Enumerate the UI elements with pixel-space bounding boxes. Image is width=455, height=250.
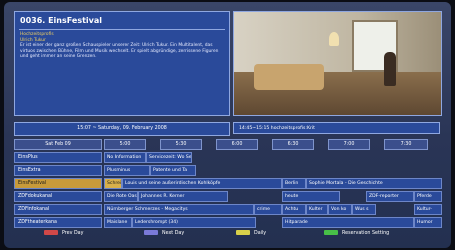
- daily-button[interactable]: Daily: [236, 228, 266, 239]
- grid-date: Sat Feb 09: [14, 139, 102, 150]
- program-cell[interactable]: Achtu: [282, 204, 306, 215]
- channel-row-selected[interactable]: EinsFestival Schreit Louis und seine auß…: [14, 178, 442, 190]
- program-cell[interactable]: Louis und seine außerirdischen Kohlköpfe: [122, 178, 282, 189]
- channel-row[interactable]: EinsPlus No Information Servicezeit: Wo …: [14, 152, 442, 164]
- program-body-text: Er ist einer der ganz großen Schauspiele…: [20, 43, 219, 60]
- epg-grid: Sat Feb 09 5:00 5:30 6:00 6:30 7:00 7:30…: [14, 139, 442, 229]
- preview-person: [384, 52, 396, 86]
- program-cell[interactable]: Kulter: [306, 204, 328, 215]
- prev-day-label: Prev Day: [62, 231, 84, 236]
- current-datetime: 15:07 ~ Saturday, 09. February 2008: [14, 122, 230, 136]
- program-cell[interactable]: No Information: [104, 152, 146, 163]
- info-divider: [19, 29, 225, 30]
- time-header-row: Sat Feb 09 5:00 5:30 6:00 6:30 7:00 7:30: [14, 139, 442, 151]
- reservation-setting-label: Reservation Setting: [342, 231, 390, 236]
- prev-day-button[interactable]: Prev Day: [44, 228, 83, 239]
- program-cell[interactable]: Sophie Mortala - Die Geschichte: [306, 178, 442, 189]
- program-cell[interactable]: Plusminus: [104, 165, 150, 176]
- channel-title: 0036. EinsFestival: [20, 16, 103, 25]
- program-cell[interactable]: Die Rote Oase: [104, 191, 138, 202]
- program-description: Hochzeitsprofis Ulrich Tukur Er ist eine…: [20, 32, 224, 60]
- program-cell[interactable]: Berlin: [282, 178, 306, 189]
- green-key-icon: [324, 230, 338, 235]
- channel-name[interactable]: ZDFinfokanal: [14, 204, 102, 215]
- program-cell[interactable]: Patente und Ta: [150, 165, 196, 176]
- program-cell[interactable]: Hitparade: [282, 217, 414, 228]
- program-info-panel: 0036. EinsFestival Hochzeitsprofis Ulric…: [14, 11, 230, 116]
- blue-key-icon: [144, 230, 158, 235]
- program-cell[interactable]: Servicezeit: Wo Servic: [146, 152, 192, 163]
- color-key-legend: Prev Day Next Day Daily Reservation Sett…: [14, 228, 442, 239]
- time-slot: 7:00: [328, 139, 370, 150]
- channel-name[interactable]: ZDFtheaterkana: [14, 217, 102, 228]
- time-slot: 5:30: [160, 139, 202, 150]
- program-cell[interactable]: Humor: [414, 217, 442, 228]
- preview-sofa: [254, 64, 324, 90]
- preview-caption: 14:45~15:15 hochzeitsprofis:Krit: [233, 122, 440, 134]
- channel-name[interactable]: EinsPlus: [14, 152, 102, 163]
- channel-name[interactable]: EinsExtra: [14, 165, 102, 176]
- daily-label: Daily: [254, 231, 267, 236]
- time-slot: 5:00: [104, 139, 146, 150]
- red-key-icon: [44, 230, 58, 235]
- program-cell[interactable]: Nürnberger Schmerzes - Megacitys: [104, 204, 254, 215]
- program-cell[interactable]: crime: [254, 204, 282, 215]
- channel-row[interactable]: EinsExtra Plusminus Patente und Ta: [14, 165, 442, 177]
- epg-screen: 0036. EinsFestival Hochzeitsprofis Ulric…: [4, 2, 451, 248]
- program-cell[interactable]: heute: [282, 191, 340, 202]
- program-cell[interactable]: Ledershrompt (34): [132, 217, 256, 228]
- next-day-button[interactable]: Next Day: [144, 228, 184, 239]
- program-cell[interactable]: Wus s: [352, 204, 376, 215]
- time-slot: 6:30: [272, 139, 314, 150]
- reservation-setting-button[interactable]: Reservation Setting: [324, 228, 389, 239]
- live-preview: [233, 11, 442, 116]
- program-cell[interactable]: Von ko: [328, 204, 352, 215]
- next-day-label: Next Day: [162, 231, 185, 236]
- program-cell[interactable]: Kultur-: [414, 204, 442, 215]
- channel-row[interactable]: ZDFdokukanal Die Rote Oase Johannes R. K…: [14, 191, 442, 203]
- channel-name[interactable]: EinsFestival: [14, 178, 102, 189]
- program-cell[interactable]: ZDF-reporter: [366, 191, 414, 202]
- time-slot: 7:30: [384, 139, 428, 150]
- channel-name[interactable]: ZDFdokukanal: [14, 191, 102, 202]
- preview-lamp: [329, 32, 339, 46]
- program-cell-selected[interactable]: Schreit: [104, 178, 122, 189]
- channel-row[interactable]: ZDFinfokanal Nürnberger Schmerzes - Mega…: [14, 204, 442, 216]
- program-cell[interactable]: Maislane: [104, 217, 132, 228]
- time-slot: 6:00: [216, 139, 258, 150]
- program-cell[interactable]: Johannes R. Kerner: [138, 191, 228, 202]
- program-cell[interactable]: Pferde: [414, 191, 442, 202]
- yellow-key-icon: [236, 230, 250, 235]
